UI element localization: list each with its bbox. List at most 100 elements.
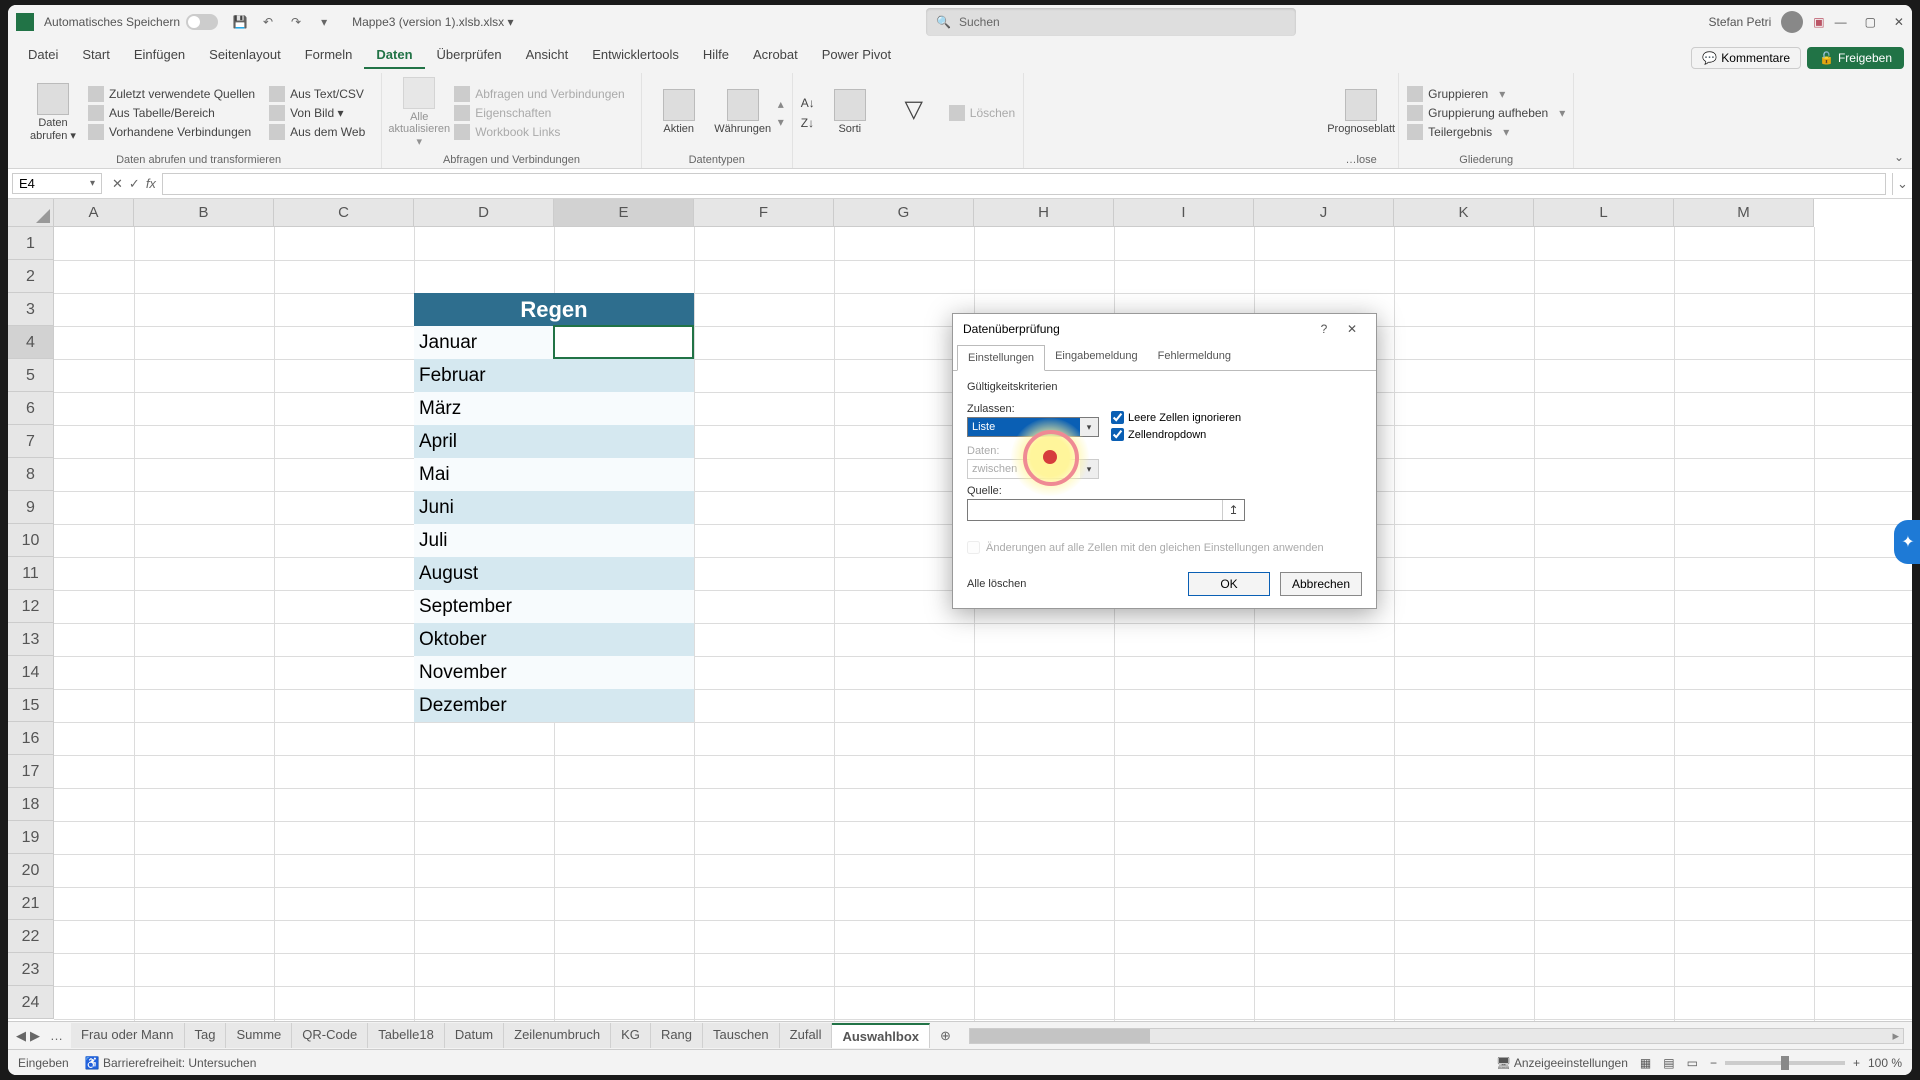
ribbon-command[interactable]: Aus Text/CSV — [269, 86, 365, 102]
row-header[interactable]: 9 — [8, 491, 54, 524]
stocks-button[interactable]: Aktien — [650, 73, 708, 152]
sheet-tab[interactable]: Summe — [226, 1023, 292, 1048]
row-header[interactable]: 8 — [8, 458, 54, 491]
column-header[interactable]: F — [694, 199, 834, 227]
table-cell[interactable]: August — [414, 557, 554, 590]
active-cell[interactable] — [553, 325, 694, 359]
column-header[interactable]: M — [1674, 199, 1814, 227]
row-header[interactable]: 21 — [8, 887, 54, 920]
clear-all-button[interactable]: Alle löschen — [967, 578, 1026, 590]
table-cell[interactable] — [554, 689, 694, 722]
source-input[interactable]: ↥ — [967, 499, 1245, 521]
ribbon-tab[interactable]: Acrobat — [741, 42, 810, 69]
column-header[interactable]: E — [554, 199, 694, 227]
zoom-slider[interactable] — [1725, 1061, 1845, 1065]
avatar[interactable] — [1781, 11, 1803, 33]
row-header[interactable]: 2 — [8, 260, 54, 293]
row-header[interactable]: 16 — [8, 722, 54, 755]
ribbon-tab[interactable]: Power Pivot — [810, 42, 903, 69]
tab-error-alert[interactable]: Fehlermeldung — [1148, 344, 1241, 370]
row-header[interactable]: 3 — [8, 293, 54, 326]
sort-asc-icon[interactable]: A↓ — [801, 96, 815, 110]
minimize-icon[interactable]: — — [1835, 15, 1847, 29]
maximize-icon[interactable]: ▢ — [1865, 15, 1876, 29]
help-button[interactable]: ? — [1310, 322, 1338, 336]
table-cell[interactable] — [554, 392, 694, 425]
ribbon-command[interactable]: Teilergebnis▾ — [1407, 124, 1565, 140]
currencies-button[interactable]: Währungen — [714, 73, 772, 152]
table-cell[interactable] — [554, 590, 694, 623]
ribbon-tab[interactable]: Ansicht — [514, 42, 581, 69]
column-header[interactable]: H — [974, 199, 1114, 227]
name-box[interactable]: E4▾ — [12, 173, 102, 194]
row-header[interactable]: 7 — [8, 425, 54, 458]
table-cell[interactable]: Januar — [414, 326, 554, 359]
sheet-tab[interactable]: Auswahlbox — [832, 1023, 930, 1048]
dialog-close-button[interactable]: ✕ — [1338, 322, 1366, 336]
get-data-button[interactable]: Daten abrufen ▾ — [24, 73, 82, 152]
ribbon-tab[interactable]: Überprüfen — [425, 42, 514, 69]
row-header[interactable]: 12 — [8, 590, 54, 623]
column-header[interactable]: L — [1534, 199, 1674, 227]
column-header[interactable]: J — [1254, 199, 1394, 227]
sheet-tab[interactable]: Zeilenumbruch — [504, 1023, 611, 1048]
sheet-tab[interactable]: Zufall — [780, 1023, 833, 1048]
spreadsheet-grid[interactable]: ABCDEFGHIJKLM 12345678910111213141516171… — [8, 199, 1912, 1021]
row-header[interactable]: 10 — [8, 524, 54, 557]
sheet-tab[interactable]: Tabelle18 — [368, 1023, 445, 1048]
ribbon-tab[interactable]: Hilfe — [691, 42, 741, 69]
sheet-tab[interactable]: Frau oder Mann — [71, 1023, 185, 1048]
row-header[interactable]: 18 — [8, 788, 54, 821]
row-header[interactable]: 22 — [8, 920, 54, 953]
row-header[interactable]: 24 — [8, 986, 54, 1019]
sheet-tab[interactable]: Rang — [651, 1023, 703, 1048]
table-cell[interactable] — [554, 359, 694, 392]
row-header[interactable]: 11 — [8, 557, 54, 590]
table-cell[interactable]: Oktober — [414, 623, 554, 656]
comments-button[interactable]: 💬 Kommentare — [1691, 47, 1801, 69]
source-field[interactable] — [968, 500, 1222, 520]
horizontal-scrollbar[interactable]: ◂ ▸ — [969, 1028, 1904, 1044]
table-cell[interactable] — [554, 623, 694, 656]
table-cell[interactable] — [554, 557, 694, 590]
row-header[interactable]: 14 — [8, 656, 54, 689]
table-cell[interactable]: Dezember — [414, 689, 554, 722]
table-cell[interactable]: Juli — [414, 524, 554, 557]
tab-input-message[interactable]: Eingabemeldung — [1045, 344, 1148, 370]
cancel-formula-icon[interactable]: ✕ — [112, 176, 123, 192]
sheet-tab[interactable]: Datum — [445, 1023, 504, 1048]
sheet-tab[interactable]: Tag — [185, 1023, 227, 1048]
table-cell[interactable] — [554, 425, 694, 458]
in-cell-dropdown-checkbox[interactable]: Zellendropdown — [1111, 428, 1241, 441]
row-header[interactable]: 13 — [8, 623, 54, 656]
ribbon-command[interactable]: Vorhandene Verbindungen — [88, 124, 255, 140]
cancel-button[interactable]: Abbrechen — [1280, 572, 1362, 596]
formula-input[interactable] — [162, 173, 1886, 195]
select-all-button[interactable] — [8, 199, 54, 227]
save-icon[interactable]: 💾 — [232, 14, 248, 30]
ribbon-tab[interactable]: Seitenlayout — [197, 42, 293, 69]
column-header[interactable]: C — [274, 199, 414, 227]
ribbon-tab[interactable]: Datei — [16, 42, 70, 69]
ribbon-command[interactable]: Aus Tabelle/Bereich — [88, 105, 255, 121]
tab-settings[interactable]: Einstellungen — [957, 345, 1045, 371]
column-header[interactable]: B — [134, 199, 274, 227]
redo-icon[interactable]: ↷ — [288, 14, 304, 30]
table-cell[interactable]: Februar — [414, 359, 554, 392]
sheet-tab[interactable]: Tauschen — [703, 1023, 780, 1048]
ignore-blank-checkbox[interactable]: Leere Zellen ignorieren — [1111, 411, 1241, 424]
view-page-icon[interactable]: ▤ — [1663, 1056, 1674, 1070]
autosave-toggle[interactable] — [186, 14, 218, 30]
row-header[interactable]: 15 — [8, 689, 54, 722]
side-panel-button[interactable]: ✦ — [1894, 520, 1920, 564]
qat-more-icon[interactable]: ▾ — [316, 14, 332, 30]
close-icon[interactable]: ✕ — [1894, 15, 1904, 29]
sort-button[interactable]: Sorti — [821, 73, 879, 152]
column-header[interactable]: K — [1394, 199, 1534, 227]
sheet-more-icon[interactable]: … — [50, 1028, 63, 1044]
ribbon-command[interactable]: Aus dem Web — [269, 124, 365, 140]
ribbon-command[interactable]: Zuletzt verwendete Quellen — [88, 86, 255, 102]
sheet-tab[interactable]: KG — [611, 1023, 651, 1048]
accessibility-status[interactable]: ♿ Barrierefreiheit: Untersuchen — [85, 1056, 257, 1070]
ribbon-tab[interactable]: Start — [70, 42, 121, 69]
